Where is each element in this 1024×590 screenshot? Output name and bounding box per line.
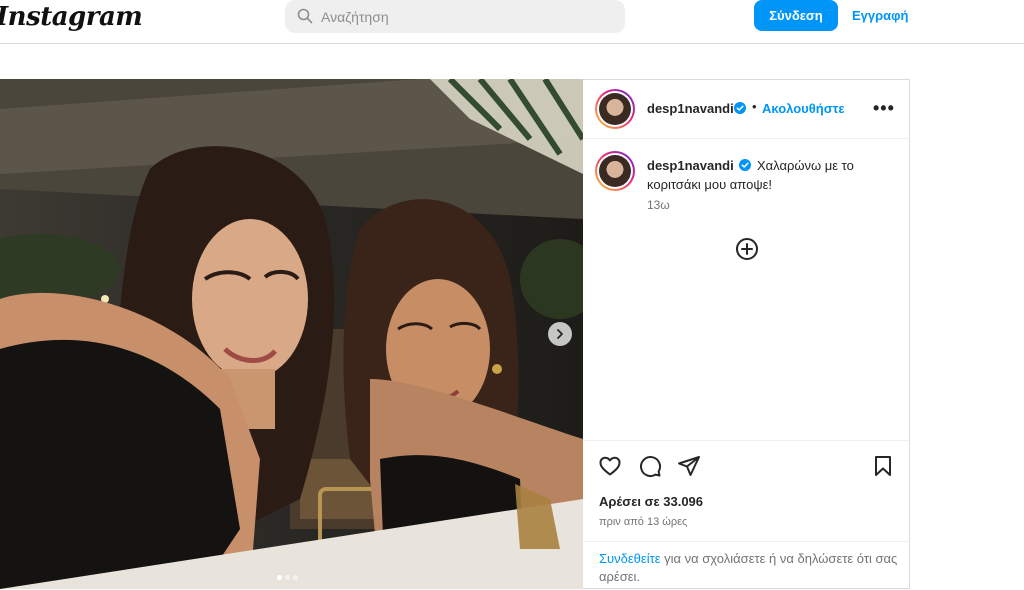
more-options-icon[interactable]: ••• xyxy=(873,98,895,119)
comment-icon[interactable] xyxy=(638,454,662,478)
carousel-dot xyxy=(293,575,298,580)
bookmark-icon[interactable] xyxy=(871,454,895,478)
post-media-carousel[interactable] xyxy=(0,79,583,589)
carousel-dot xyxy=(285,575,290,580)
post-photo xyxy=(0,79,583,589)
login-link[interactable]: Συνδεθείτε xyxy=(599,551,661,566)
post-sidebar: desp1navandi • Ακολουθήστε ••• desp1nava… xyxy=(583,79,910,589)
login-to-comment-prompt: Συνδεθείτε για να σχολιάσετε ή να δηλώσε… xyxy=(583,541,909,590)
avatar[interactable] xyxy=(595,89,635,129)
post-card: desp1navandi • Ακολουθήστε ••• desp1nava… xyxy=(0,79,910,589)
add-circle-icon[interactable] xyxy=(735,237,759,261)
verified-badge-icon xyxy=(739,159,752,171)
chevron-right-icon xyxy=(557,329,563,339)
post-header: desp1navandi • Ακολουθήστε ••• xyxy=(583,80,909,139)
login-prompt-text: Συνδεθείτε για να σχολιάσετε ή να δηλώσε… xyxy=(599,550,899,586)
heart-icon[interactable] xyxy=(598,454,622,478)
carousel-indicators xyxy=(277,567,301,580)
follow-button[interactable]: Ακολουθήστε xyxy=(762,101,845,116)
carousel-dot xyxy=(277,575,282,580)
next-slide-button[interactable] xyxy=(548,322,572,346)
login-button[interactable]: Σύνδεση xyxy=(754,0,838,31)
top-navigation-bar: Instagram Σύνδεση Εγγραφή xyxy=(0,0,1024,44)
verified-badge-icon xyxy=(734,102,746,114)
search-box[interactable] xyxy=(285,0,625,33)
search-icon xyxy=(297,8,313,24)
instagram-logo[interactable]: Instagram xyxy=(0,2,143,32)
post-username[interactable]: desp1navandi xyxy=(647,101,734,116)
caption-username[interactable]: desp1navandi xyxy=(647,158,734,173)
post-caption: desp1navandi Χαλαρώνω με το κοριτσάκι μο… xyxy=(647,156,887,194)
likes-count[interactable]: Αρέσει σε 33.096 xyxy=(599,494,703,509)
share-icon[interactable] xyxy=(677,454,701,478)
post-timestamp: πριν από 13 ώρες xyxy=(599,516,688,528)
caption-timestamp: 13ω xyxy=(647,198,670,212)
search-input[interactable] xyxy=(321,0,611,33)
caption-avatar[interactable] xyxy=(595,151,635,191)
signup-link[interactable]: Εγγραφή xyxy=(852,8,908,23)
separator: • xyxy=(752,99,757,114)
actions-divider xyxy=(583,440,909,441)
